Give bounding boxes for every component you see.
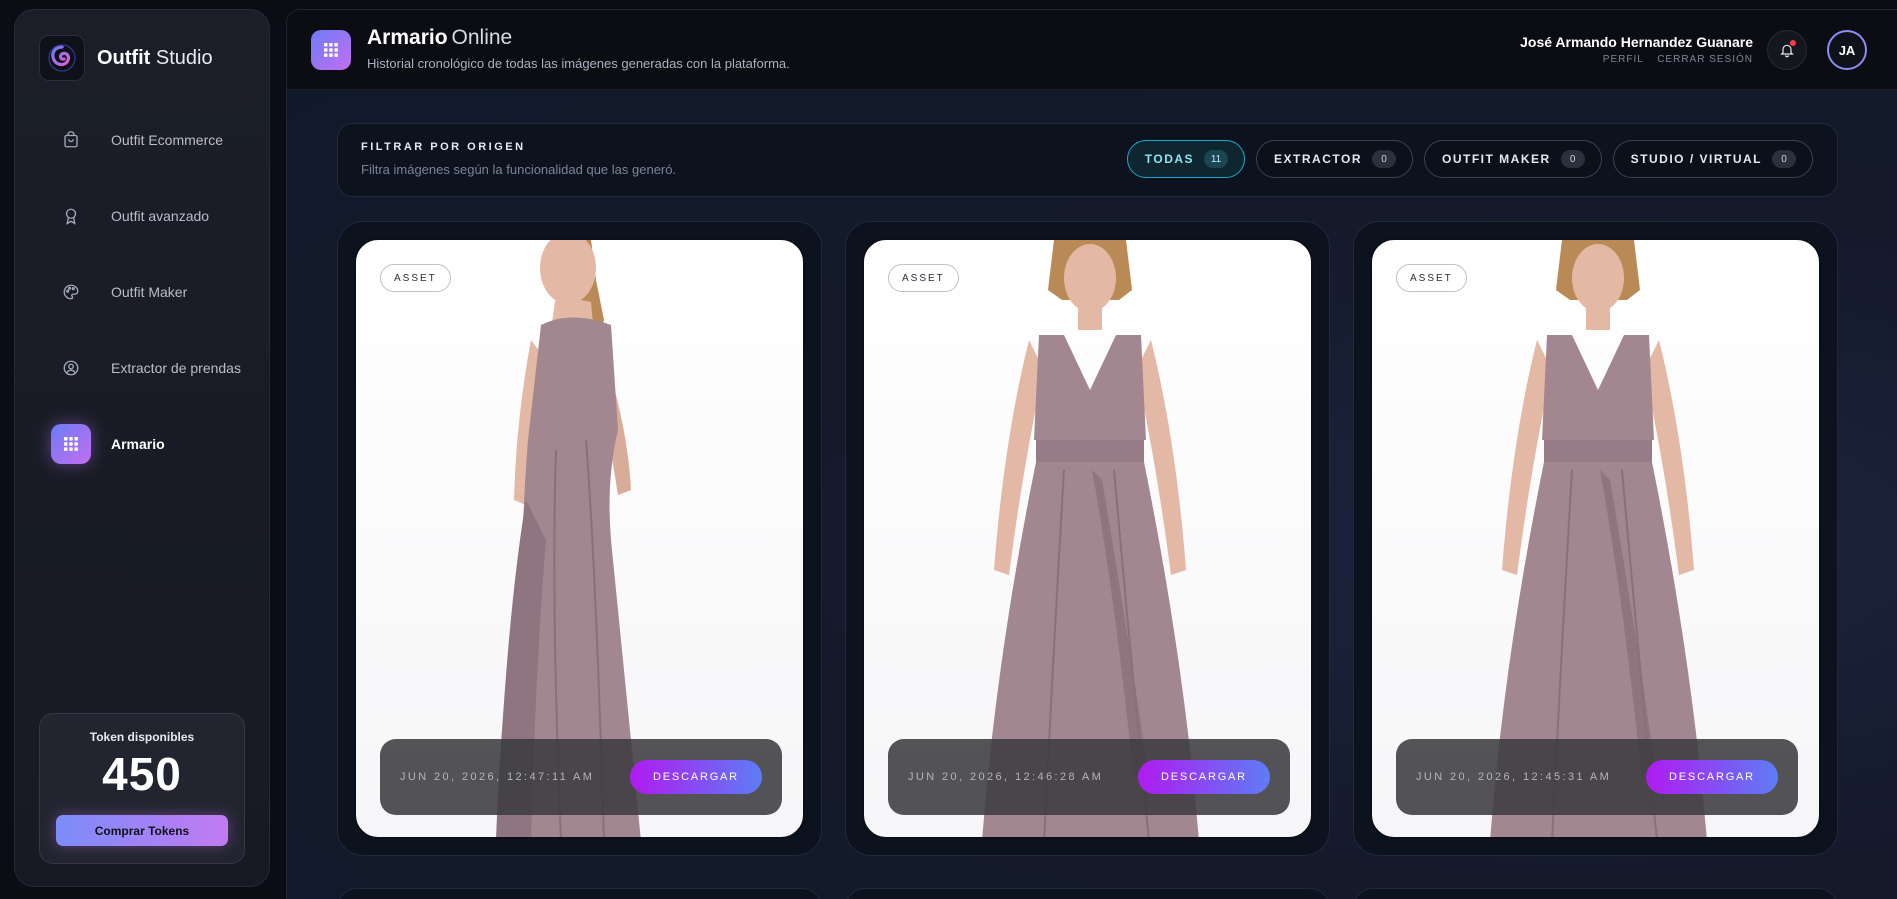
brand-logo-icon (39, 35, 85, 81)
brand-name: Outfit Studio (97, 46, 213, 69)
sidebar-item-label: Extractor de prendas (111, 360, 241, 376)
logout-link[interactable]: CERRAR SESIÓN (1657, 54, 1753, 65)
generated-image[interactable]: ASSET JUN 20, 2026, 12:45:31 AM DESCARGA… (1370, 238, 1821, 839)
filter-chips: TODAS 11 EXTRACTOR 0 OUTFIT MAKER 0 STUD… (1116, 140, 1813, 178)
user-info: José Armando Hernandez Guanare PERFIL CE… (1520, 34, 1753, 65)
grid-icon (311, 30, 351, 70)
card-footer: JUN 20, 2026, 12:46:28 AM DESCARGAR (888, 739, 1290, 815)
image-date: JUN 20, 2026, 12:45:31 AM (1416, 771, 1612, 783)
top-bar: Armario Online Historial cronológico de t… (287, 10, 1897, 90)
filter-bar: FILTRAR POR ORIGEN Filtra imágenes según… (337, 123, 1838, 197)
palette-icon (51, 272, 91, 312)
gallery-card: ASSET JUN 20, 2026, 12:46:28 AM DESCARGA… (845, 221, 1330, 856)
avatar[interactable]: JA (1827, 30, 1867, 70)
generated-image[interactable]: ASSET JUN 20, 2026, 12:47:11 AM DESCARGA… (354, 238, 805, 839)
user-links: PERFIL CERRAR SESIÓN (1520, 54, 1753, 65)
asset-tag: ASSET (1396, 264, 1467, 292)
download-button[interactable]: DESCARGAR (630, 760, 762, 794)
filter-chip-outfit-maker[interactable]: OUTFIT MAKER 0 (1424, 140, 1602, 178)
filter-description: Filtra imágenes según la funcionalidad q… (361, 162, 677, 177)
sidebar-item-outfit-maker[interactable]: Outfit Maker (51, 270, 251, 314)
filter-chip-extractor[interactable]: EXTRACTOR 0 (1256, 140, 1413, 178)
page-title: Armario Online (367, 26, 513, 49)
page-subtitle: Historial cronológico de todas las imáge… (367, 56, 790, 71)
filter-title: FILTRAR POR ORIGEN (361, 141, 526, 153)
download-button[interactable]: DESCARGAR (1646, 760, 1778, 794)
sidebar-item-outfit-ecommerce[interactable]: Outfit Ecommerce (51, 118, 251, 162)
card-footer: JUN 20, 2026, 12:47:11 AM DESCARGAR (380, 739, 782, 815)
grid-icon (51, 424, 91, 464)
chip-count: 11 (1204, 150, 1229, 168)
gallery-card (337, 888, 822, 899)
buy-tokens-button[interactable]: Comprar Tokens (56, 815, 228, 846)
chip-count: 0 (1560, 150, 1585, 168)
generated-image[interactable]: ASSET JUN 20, 2026, 12:46:28 AM DESCARGA… (862, 238, 1313, 839)
gallery-card (845, 888, 1330, 899)
card-footer: JUN 20, 2026, 12:45:31 AM DESCARGAR (1396, 739, 1798, 815)
brand[interactable]: Outfit Studio (39, 35, 213, 81)
gallery-card (1353, 888, 1838, 899)
chip-label: EXTRACTOR (1274, 152, 1362, 166)
sidebar-item-label: Outfit avanzado (111, 208, 210, 224)
image-date: JUN 20, 2026, 12:46:28 AM (908, 771, 1104, 783)
token-title: Token disponibles (89, 730, 195, 744)
sidebar-item-armario[interactable]: Armario (51, 422, 251, 466)
gallery-card: ASSET JUN 20, 2026, 12:47:11 AM DESCARGA… (337, 221, 822, 856)
profile-link[interactable]: PERFIL (1603, 54, 1644, 65)
image-date: JUN 20, 2026, 12:47:11 AM (400, 771, 595, 783)
gallery-card: ASSET JUN 20, 2026, 12:45:31 AM DESCARGA… (1353, 221, 1838, 856)
asset-tag: ASSET (888, 264, 959, 292)
chip-count: 0 (1372, 150, 1396, 168)
sidebar-item-label: Armario (111, 436, 165, 452)
notifications-button[interactable] (1767, 30, 1807, 70)
asset-tag: ASSET (380, 264, 451, 292)
chip-count: 0 (1772, 150, 1796, 168)
user-circle-icon (51, 348, 91, 388)
sidebar-item-outfit-avanzado[interactable]: Outfit avanzado (51, 194, 251, 238)
shopping-bag-icon (51, 120, 91, 160)
main-content: Armario Online Historial cronológico de t… (286, 9, 1897, 899)
award-icon (51, 196, 91, 236)
sidebar-item-extractor-de-prendas[interactable]: Extractor de prendas (51, 346, 251, 390)
sidebar-item-label: Outfit Ecommerce (111, 132, 224, 148)
sidebar-item-label: Outfit Maker (111, 284, 188, 300)
sidebar-nav: Outfit Ecommerce Outfit avanzado Outfit … (51, 118, 251, 498)
notification-dot (1790, 40, 1796, 46)
filter-chip-studio-virtual[interactable]: STUDIO / VIRTUAL 0 (1612, 140, 1813, 178)
chip-label: STUDIO / VIRTUAL (1630, 152, 1762, 166)
user-name: José Armando Hernandez Guanare (1520, 34, 1753, 50)
token-card: Token disponibles 450 Comprar Tokens (39, 713, 245, 864)
filter-chip-todas[interactable]: TODAS 11 (1126, 140, 1246, 178)
download-button[interactable]: DESCARGAR (1138, 760, 1270, 794)
token-balance: 450 (102, 748, 182, 800)
chip-label: OUTFIT MAKER (1442, 152, 1551, 166)
chip-label: TODAS (1144, 152, 1195, 166)
sidebar: Outfit Studio Outfit Ecommerce Outfit av… (14, 9, 270, 887)
